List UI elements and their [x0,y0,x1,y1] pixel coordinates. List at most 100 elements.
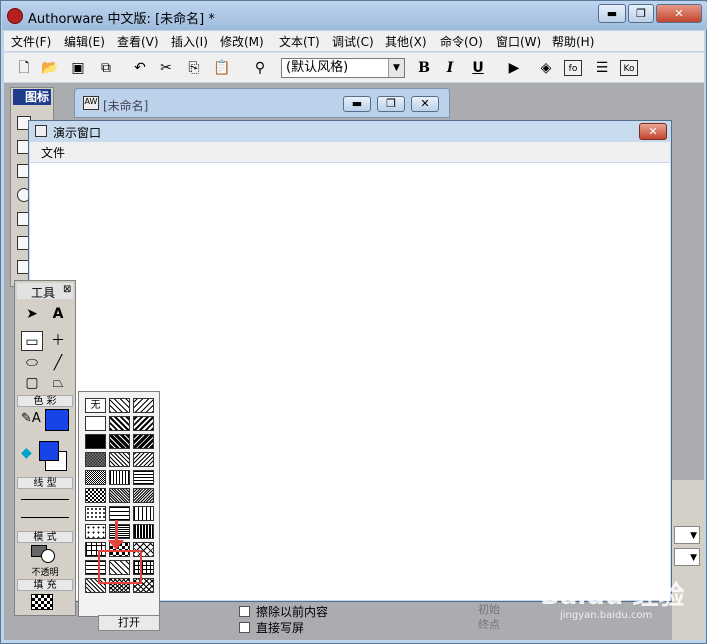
text-style-value: (默认风格) [286,60,349,75]
tools-title-bar[interactable]: 工具 ⊠ [17,283,73,300]
pattern-fine-diagonal-left[interactable] [133,452,154,467]
variables-icon[interactable]: ☰ [592,58,612,78]
fill-pattern-swatch[interactable] [31,594,53,610]
presentation-menu-file[interactable]: 文件 [41,144,65,161]
open-folder-icon[interactable]: 📂 [40,58,60,78]
pattern-horizontal-lines[interactable] [133,470,154,485]
new-file-icon[interactable]: 🗋 [14,58,34,78]
menu-insert[interactable]: 插入(I) [171,33,208,50]
menu-modify[interactable]: 修改(M) [220,33,264,50]
chevron-down-icon[interactable]: ▼ [674,548,700,566]
erase-previous-label: 擦除以前内容 [256,605,329,619]
erase-previous-checkbox[interactable] [239,606,250,617]
find-icon[interactable]: ⚲ [250,58,270,78]
text-tool[interactable]: A [47,304,69,324]
open-button[interactable]: 打开 [98,615,160,631]
pattern-checker-small[interactable] [85,488,106,503]
pointer-tool-icon[interactable]: ➤ [21,304,43,324]
flowline-icon: AW [83,96,99,110]
pencil-icon: ✎A [21,411,41,426]
menu-bar: 文件(F) 编辑(E) 查看(V) 插入(I) 修改(M) 文本(T) 调试(C… [4,31,704,51]
pattern-v-dense[interactable] [133,524,154,539]
pattern-diagonal-left[interactable] [133,398,154,413]
menu-command[interactable]: 命令(O) [440,33,483,50]
copy-icon[interactable]: ⎘ [184,58,204,78]
pattern-h-dense[interactable] [109,524,130,539]
restore-button[interactable]: ❐ [628,4,654,23]
direct-to-screen-checkbox[interactable] [239,622,250,633]
pattern-dots[interactable] [85,506,106,521]
line-style-default[interactable] [21,517,69,518]
chevron-down-icon[interactable]: ▼ [674,526,700,544]
pattern-h-wide[interactable] [109,506,130,521]
fill-foreground-swatch[interactable] [39,441,59,461]
red-arrow-annotation [115,520,118,542]
stroke-color-swatch[interactable] [45,409,69,431]
line-style-thin[interactable] [21,499,69,500]
polygon-tool-icon[interactable]: ⏢ [47,373,69,393]
knowledge-objects-icon[interactable]: Ko [620,60,638,76]
fill-section-label: 填 充 [17,579,73,591]
radio-end[interactable]: 终点 [478,616,500,632]
line-section-label: 线 型 [17,477,73,489]
menu-edit[interactable]: 编辑(E) [64,33,105,50]
toolbar: 🗋 📂 ▣ ⧉ ↶ ✂ ⎘ 📋 ⚲ (默认风格) ▼ B I U ▶ ◈ fo … [4,52,704,82]
underline-button[interactable]: U [468,58,488,78]
rectangle-tool-icon[interactable]: ▭ [21,331,43,351]
cut-icon[interactable]: ✂ [156,58,176,78]
menu-other[interactable]: 其他(X) [385,33,427,50]
flowline-restore-button[interactable]: ❐ [377,96,405,112]
menu-debug[interactable]: 调试(C) [332,33,374,50]
menu-window[interactable]: 窗口(W) [496,33,541,50]
undo-icon[interactable]: ↶ [130,58,150,78]
flowline-window: AW [未命名] ▬ ❐ ✕ [74,88,450,118]
pattern-v-wide[interactable] [133,506,154,521]
pattern-dot-grid[interactable] [133,488,154,503]
pattern-dark-gray[interactable] [85,452,106,467]
import-icon[interactable]: ⧉ [96,58,116,78]
menu-text[interactable]: 文本(T) [279,33,320,50]
pattern-wave[interactable] [109,488,130,503]
pattern-diagonal-heavy[interactable] [109,434,130,449]
minimize-button[interactable]: ▬ [598,4,626,23]
pattern-none[interactable]: 无 [85,398,106,413]
diagonal-line-tool-icon[interactable]: ╱ [47,353,69,373]
pattern-white[interactable] [85,416,106,431]
functions-icon[interactable]: fo [564,60,582,76]
run-icon[interactable]: ▶ [504,58,524,78]
text-style-select[interactable]: (默认风格) ▼ [281,58,405,78]
flowline-close-button[interactable]: ✕ [411,96,439,112]
pattern-sparse-dots[interactable] [85,524,106,539]
menu-help[interactable]: 帮助(H) [552,33,594,50]
chevron-down-icon[interactable]: ▼ [388,59,404,77]
pattern-diagonal-heavy-left[interactable] [133,434,154,449]
pattern-diagonal-dense[interactable] [109,416,130,431]
tools-close-icon[interactable]: ⊠ [63,284,71,295]
control-panel-icon[interactable]: ◈ [536,58,556,78]
paint-bucket-icon: ◆ [21,445,32,461]
italic-button[interactable]: I [440,58,460,78]
menu-file[interactable]: 文件(F) [11,33,51,50]
paste-icon[interactable]: 📋 [212,58,232,78]
baidu-watermark: Baidu 经验 [540,581,685,611]
direct-to-screen-label: 直接写屏 [256,621,305,635]
tools-title: 工具 [31,286,56,300]
radio-initial[interactable]: 初始 [478,601,500,617]
presentation-close-button[interactable]: ✕ [639,123,667,140]
save-all-icon[interactable]: ▣ [68,58,88,78]
flowline-title: [未命名] [103,99,149,113]
pattern-50-gray[interactable] [85,470,106,485]
pattern-diagonal-dense-left[interactable] [133,416,154,431]
ellipse-tool-icon[interactable]: ⬭ [21,353,43,373]
bold-button[interactable]: B [414,58,434,78]
flowline-minimize-button[interactable]: ▬ [343,96,371,112]
pattern-black[interactable] [85,434,106,449]
close-button[interactable]: ✕ [656,4,702,23]
pattern-fine-diagonal[interactable] [109,452,130,467]
pattern-diagonal-right[interactable] [109,398,130,413]
pattern-vertical-lines[interactable] [109,470,130,485]
rounded-rectangle-tool-icon[interactable]: ▢ [21,373,43,393]
menu-view[interactable]: 查看(V) [117,33,159,50]
icon-palette-title[interactable]: 图标 [13,89,51,105]
line-tool-icon[interactable]: ＋ [47,331,69,351]
